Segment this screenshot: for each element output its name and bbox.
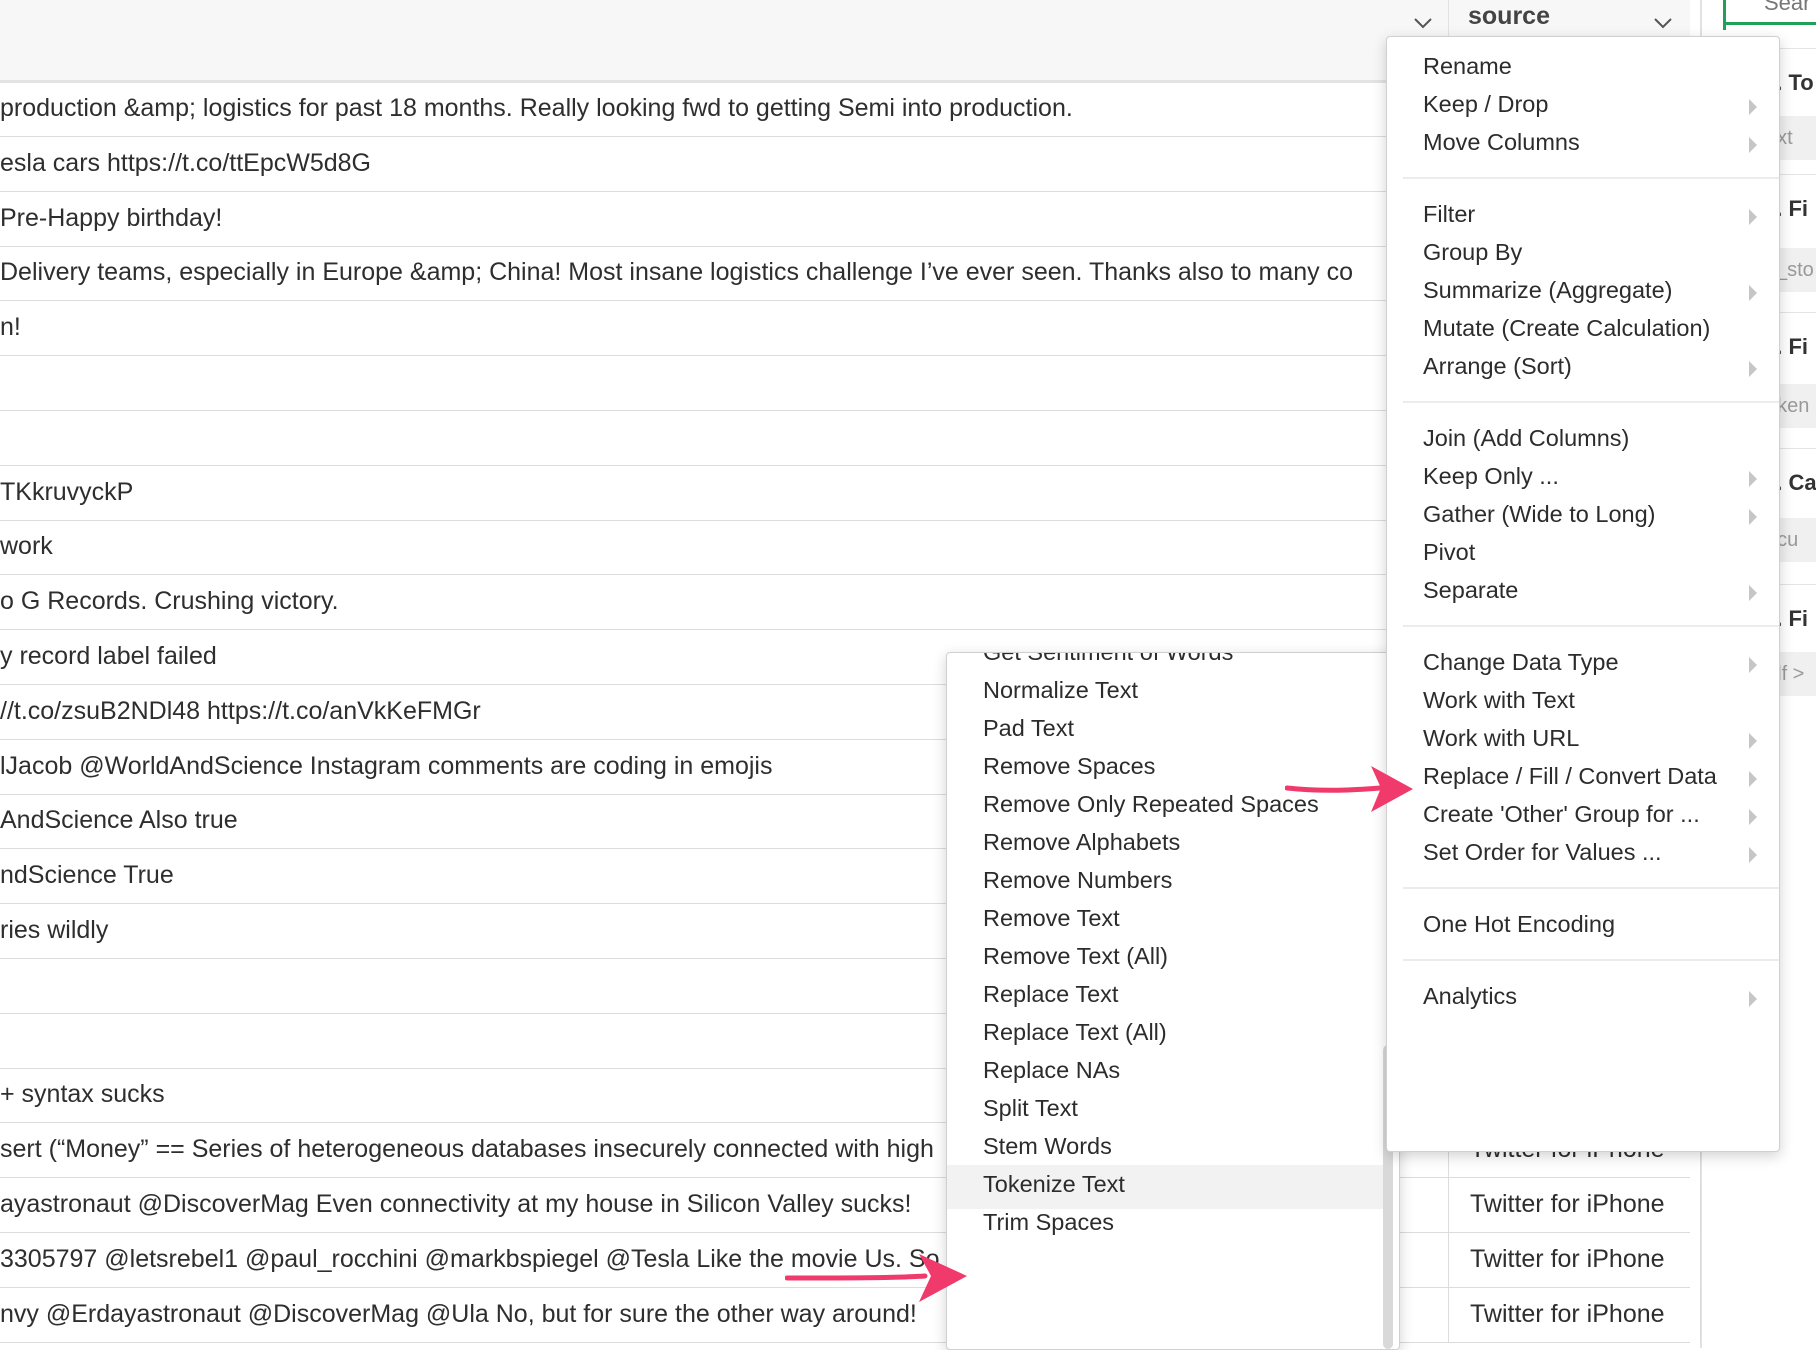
menu-separator [1403,887,1779,889]
submenu-item-trim-spaces[interactable]: Trim Spaces [983,1209,1114,1236]
column-header-source[interactable]: source [1468,2,1550,31]
submenu-arrow-icon [1749,361,1757,377]
menu-item-replace-fill-convert-data[interactable]: Replace / Fill / Convert Data [1423,763,1717,790]
search-placeholder: Sear [1764,0,1811,15]
submenu-item-split-text[interactable]: Split Text [983,1095,1078,1122]
chevron-down-icon[interactable] [1648,8,1678,38]
submenu-item-stem-words[interactable]: Stem Words [983,1133,1112,1160]
submenu-item-remove-only-repeated-spaces[interactable]: Remove Only Repeated Spaces [983,791,1319,818]
work-with-text-submenu: Get Sentiment of Words Normalize Text Pad … [946,652,1400,1350]
menu-item-pivot[interactable]: Pivot [1423,539,1475,566]
cell-text: Delivery teams, especially in Europe &am… [0,258,1353,287]
menu-item-create-other-group-for[interactable]: Create 'Other' Group for ... [1423,801,1700,828]
submenu-item-remove-text-all[interactable]: Remove Text (All) [983,943,1168,970]
chevron-down-icon[interactable] [1408,8,1438,38]
submenu-arrow-icon [1749,733,1757,749]
submenu-arrow-icon [1749,991,1757,1007]
submenu-arrow-icon [1749,657,1757,673]
menu-item-move-columns[interactable]: Move Columns [1423,129,1580,156]
submenu-arrow-icon [1749,771,1757,787]
submenu-arrow-icon [1749,137,1757,153]
menu-item-arrange-sort[interactable]: Arrange (Sort) [1423,353,1572,380]
menu-item-set-order-for-values[interactable]: Set Order for Values ... [1423,839,1662,866]
cell-divider [1700,1178,1701,1232]
menu-item-join-add-columns[interactable]: Join (Add Columns) [1423,425,1629,452]
submenu-arrow-icon [1749,509,1757,525]
menu-separator [1403,959,1779,961]
submenu-arrow-icon [1749,847,1757,863]
submenu-item-replace-text[interactable]: Replace Text [983,981,1118,1008]
menu-item-separate[interactable]: Separate [1423,577,1518,604]
submenu-arrow-icon [1749,585,1757,601]
column-context-menu: Rename Keep / Drop Move Columns Filter Group… [1386,36,1780,1152]
cell-divider [1448,1178,1449,1232]
cell-divider [1700,1232,1701,1287]
menu-separator [1403,625,1779,627]
menu-item-work-with-url[interactable]: Work with URL [1423,725,1579,752]
cell-text: o G Records. Crushing victory. [0,587,339,616]
submenu-item-pad-text[interactable]: Pad Text [983,715,1074,742]
submenu-item-replace-text-all[interactable]: Replace Text (All) [983,1019,1167,1046]
submenu-arrow-icon [1749,209,1757,225]
cell-source: Twitter for iPhone [1470,1299,1665,1328]
cell-text: TKkruvyckP [0,477,134,506]
menu-item-one-hot-encoding[interactable]: One Hot Encoding [1423,911,1615,938]
submenu-item-normalize-text[interactable]: Normalize Text [983,677,1138,704]
submenu-item-remove-numbers[interactable]: Remove Numbers [983,867,1172,894]
submenu-item-remove-spaces[interactable]: Remove Spaces [983,753,1155,780]
submenu-arrow-icon [1749,471,1757,487]
cell-text: work [0,532,53,561]
cell-divider [1448,1232,1449,1287]
submenu-item-get-sentiment-of-words[interactable]: Get Sentiment of Words [983,653,1233,666]
cell-text: esla cars https://t.co/ttEpcW5d8G [0,148,371,177]
cell-text: Pre-Happy birthday! [0,203,223,232]
menu-separator [1403,401,1779,403]
submenu-item-replace-nas[interactable]: Replace NAs [983,1057,1120,1084]
pointer-arrow-work-with-text [1285,766,1413,812]
menu-separator [1403,177,1779,179]
submenu-item-remove-text[interactable]: Remove Text [983,905,1120,932]
menu-item-summarize-aggregate[interactable]: Summarize (Aggregate) [1423,277,1672,304]
menu-item-gather-wide-to-long[interactable]: Gather (Wide to Long) [1423,501,1656,528]
menu-item-keep-drop[interactable]: Keep / Drop [1423,91,1548,118]
menu-item-filter[interactable]: Filter [1423,201,1475,228]
cell-source: Twitter for iPhone [1470,1190,1665,1218]
menu-item-keep-only[interactable]: Keep Only ... [1423,463,1559,490]
submenu-arrow-icon [1749,285,1757,301]
cell-text: production &amp; logistics for past 18 m… [0,94,1073,122]
submenu-item-tokenize-text[interactable]: Tokenize Text [983,1171,1125,1198]
cell-divider [1448,1287,1449,1342]
menu-item-rename[interactable]: Rename [1423,53,1512,80]
menu-item-analytics[interactable]: Analytics [1423,983,1517,1010]
submenu-arrow-icon [1749,99,1757,115]
menu-item-change-data-type[interactable]: Change Data Type [1423,649,1619,676]
menu-item-group-by[interactable]: Group By [1423,239,1522,266]
menu-item-mutate-create-calculation[interactable]: Mutate (Create Calculation) [1423,315,1710,342]
pointer-arrow-tokenize-text [785,1254,967,1302]
submenu-arrow-icon [1749,809,1757,825]
table-row[interactable]: ayastronaut @DiscoverMag Even connectivi… [0,1178,1701,1233]
menu-item-work-with-text[interactable]: Work with Text [1423,687,1575,714]
cell-divider [1700,1287,1701,1342]
cell-source: Twitter for iPhone [1470,1244,1665,1273]
cell-text: n! [0,313,21,342]
submenu-item-remove-alphabets[interactable]: Remove Alphabets [983,829,1180,856]
